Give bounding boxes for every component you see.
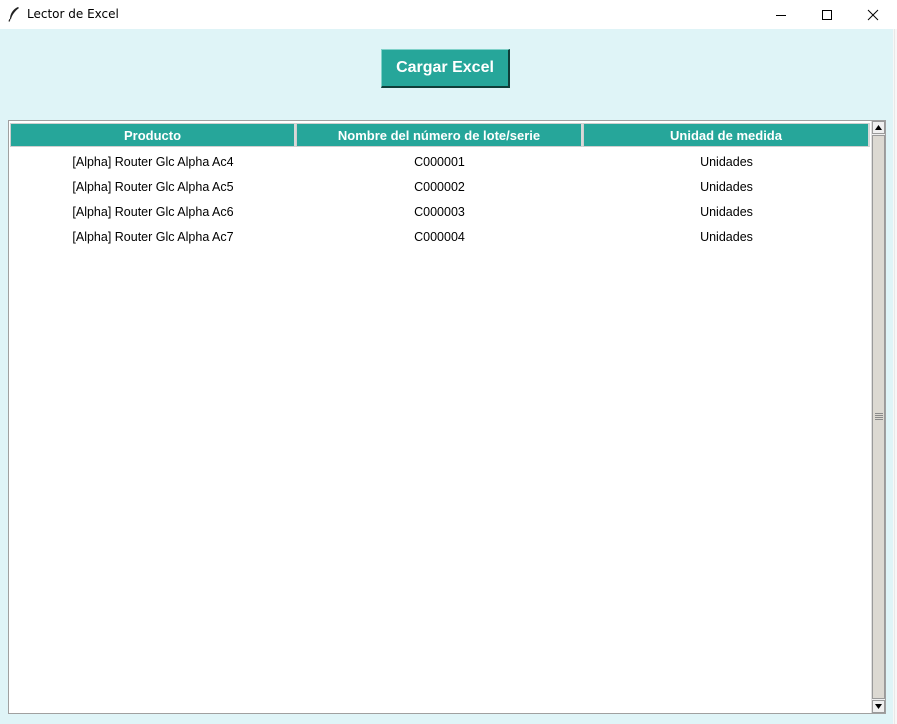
- table-header: Producto Nombre del número de lote/serie…: [10, 123, 870, 147]
- grip-line: [875, 419, 883, 420]
- scroll-thumb[interactable]: [872, 135, 885, 699]
- cell-lote-serie: C000002: [414, 179, 465, 194]
- cell-lote-serie: C000004: [414, 229, 465, 244]
- table-row[interactable]: [Alpha] Router Glc Alpha Ac5 C000002 Uni…: [10, 174, 870, 199]
- close-button[interactable]: [850, 0, 896, 29]
- data-table: Producto Nombre del número de lote/serie…: [8, 120, 886, 714]
- scroll-up-button[interactable]: [872, 121, 885, 134]
- grip-line: [875, 417, 883, 418]
- column-header-producto[interactable]: Producto: [10, 123, 296, 147]
- scroll-down-button[interactable]: [872, 700, 885, 713]
- table-row[interactable]: [Alpha] Router Glc Alpha Ac4 C000001 Uni…: [10, 149, 870, 174]
- triangle-down-icon: [875, 704, 882, 709]
- cell-producto: [Alpha] Router Glc Alpha Ac4: [72, 154, 234, 169]
- grip-line: [875, 413, 883, 414]
- column-header-lote-serie[interactable]: Nombre del número de lote/serie: [296, 123, 583, 147]
- table-row[interactable]: [Alpha] Router Glc Alpha Ac7 C000004 Uni…: [10, 224, 870, 249]
- cell-unidad: Unidades: [700, 154, 753, 169]
- cell-lote-serie: C000001: [414, 154, 465, 169]
- window-border: [893, 29, 897, 724]
- minimize-icon: [776, 14, 786, 16]
- title-bar[interactable]: Lector de Excel: [0, 0, 897, 29]
- load-excel-button[interactable]: Cargar Excel: [381, 49, 510, 88]
- cell-producto: [Alpha] Router Glc Alpha Ac6: [72, 204, 234, 219]
- feather-icon: [7, 6, 21, 22]
- close-icon: [867, 9, 879, 20]
- minimize-button[interactable]: [758, 0, 804, 29]
- table-row[interactable]: [Alpha] Router Glc Alpha Ac6 C000003 Uni…: [10, 199, 870, 224]
- cell-producto: [Alpha] Router Glc Alpha Ac7: [72, 229, 234, 244]
- maximize-icon: [822, 9, 832, 20]
- window-title: Lector de Excel: [27, 7, 119, 21]
- maximize-button[interactable]: [804, 0, 850, 29]
- triangle-up-icon: [875, 125, 882, 130]
- grip-line: [875, 415, 883, 416]
- cell-lote-serie: C000003: [414, 204, 465, 219]
- table-body: [Alpha] Router Glc Alpha Ac4 C000001 Uni…: [10, 149, 870, 249]
- cell-unidad: Unidades: [700, 204, 753, 219]
- vertical-scrollbar[interactable]: [871, 121, 885, 713]
- cell-producto: [Alpha] Router Glc Alpha Ac5: [72, 179, 234, 194]
- cell-unidad: Unidades: [700, 179, 753, 194]
- column-header-unidad[interactable]: Unidad de medida: [583, 123, 870, 147]
- cell-unidad: Unidades: [700, 229, 753, 244]
